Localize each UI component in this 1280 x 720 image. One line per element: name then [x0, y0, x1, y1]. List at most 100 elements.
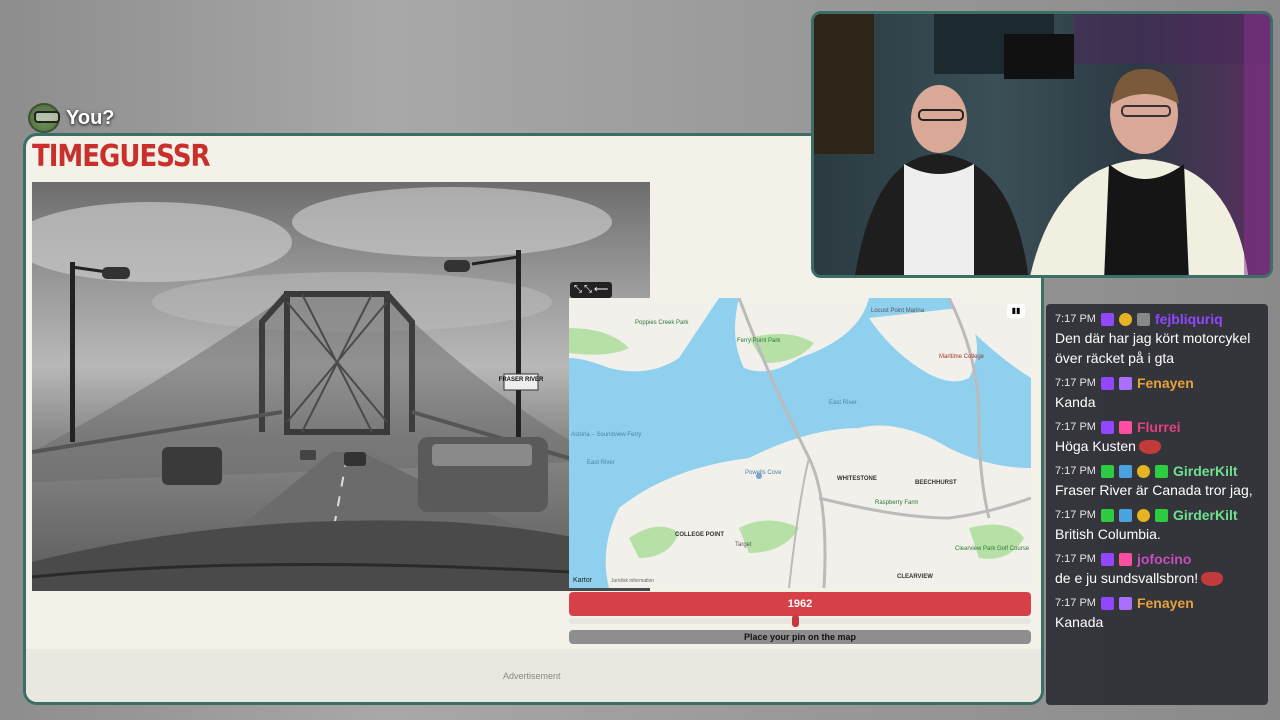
map-credit: Kartor: [573, 577, 593, 584]
pink-badge-icon: [1118, 552, 1132, 566]
chat-text-content: Höga Kusten: [1055, 438, 1136, 454]
gold-badge-icon: [1136, 508, 1150, 522]
chat-text-content: Kanda: [1055, 394, 1096, 410]
chat-username[interactable]: Flurrei: [1137, 419, 1181, 435]
frog-avatar-icon: [28, 103, 60, 133]
advertisement-label: Advertisement: [503, 671, 561, 681]
chat-text: British Columbia.: [1055, 524, 1259, 544]
chat-message: 7:17 PM fejbliquriq Den där har jag kört m…: [1055, 310, 1259, 368]
chat-username[interactable]: GirderKilt: [1173, 463, 1238, 479]
chat-message: 7:17 PM Fenayen Kanda: [1055, 374, 1259, 412]
expand-icon[interactable]: ⤡: [574, 284, 582, 296]
map-label-clearview-park: Clearview Park Golf Course: [955, 546, 1030, 552]
historical-photo: FRASER RIVER: [32, 182, 650, 591]
map-label-college-point: COLLEGE POINT: [675, 532, 725, 538]
map-label-target: Target: [735, 542, 752, 548]
chat-message-header: 7:17 PM Fenayen: [1055, 374, 1259, 392]
map-layers-button[interactable]: ▮▮: [1007, 304, 1025, 318]
green-badge-icon: [1154, 464, 1168, 478]
chat-timestamp: 7:17 PM: [1055, 553, 1096, 565]
chat-username[interactable]: fejbliquriq: [1155, 311, 1223, 327]
chat-text-content: Kanada: [1055, 614, 1104, 630]
chat-username[interactable]: jofocino: [1137, 551, 1191, 567]
map-label-maritime-college: Maritime College: [939, 354, 985, 360]
year-display: 1962: [569, 592, 1031, 616]
map-label-powells-cove: Powells Cove: [745, 470, 782, 476]
player-label: You?: [66, 106, 115, 129]
chat-message-header: 7:17 PM fejbliquriq: [1055, 310, 1259, 328]
year-slider-thumb[interactable]: [792, 615, 799, 627]
chat-timestamp: 7:17 PM: [1055, 465, 1096, 477]
chat-timestamp: 7:17 PM: [1055, 597, 1096, 609]
chat-message-header: 7:17 PM GirderKilt: [1055, 462, 1259, 480]
chat-message-header: 7:17 PM Fenayen: [1055, 594, 1259, 612]
pink-badge-icon: [1118, 420, 1132, 434]
chat-message: 7:17 PM jofocino de e ju sundsvallsbron!: [1055, 550, 1259, 588]
lips-emote-icon: [1201, 572, 1224, 587]
map-label-beechhurst: BEECHHURST: [915, 480, 957, 486]
bridge-sign: FRASER RIVER: [499, 377, 544, 383]
player-tag: You?: [28, 103, 115, 133]
chat-text: Den där har jag kört motorcykel över räc…: [1055, 328, 1259, 368]
map-toolbar: ⤡ ⤡ ⟵: [570, 282, 613, 298]
chat-panel: 7:17 PM fejbliquriq Den där har jag kört m…: [1046, 304, 1268, 705]
chat-message: 7:17 PM Fenayen Kanada: [1055, 594, 1259, 632]
chat-text: Höga Kusten: [1055, 436, 1259, 456]
guess-map[interactable]: Poppies Creek Park Ferry Point Park Locu…: [569, 298, 1031, 588]
blue-badge-icon: [1118, 464, 1132, 478]
chat-username[interactable]: Fenayen: [1137, 375, 1194, 391]
chat-text: Fraser River är Canada tror jag,: [1055, 480, 1259, 500]
game-logo[interactable]: TIMEGUESSR: [32, 140, 211, 175]
twitch-badge-icon: [1100, 376, 1114, 390]
twitch-badge-icon: [1100, 596, 1114, 610]
chat-message: 7:17 PM Flurrei Höga Kusten: [1055, 418, 1259, 456]
place-pin-button[interactable]: Place your pin on the map: [569, 630, 1031, 644]
chat-timestamp: 7:17 PM: [1055, 421, 1096, 433]
sub-badge-icon: [1118, 596, 1132, 610]
chat-text: Kanda: [1055, 392, 1259, 412]
chat-message: 7:17 PM GirderKilt British Columbia.: [1055, 506, 1259, 544]
shrink-icon[interactable]: ⤡: [584, 284, 592, 296]
chat-text-content: de e ju sundsvallsbron!: [1055, 570, 1199, 586]
map-label-poppies-creek: Poppies Creek Park: [635, 320, 689, 326]
map-label-ferry: Astoria – Soundview Ferry: [571, 432, 642, 438]
sub-badge-icon: [1118, 376, 1132, 390]
map-label-east-river-2: East River: [587, 460, 615, 466]
green-badge-icon: [1100, 508, 1114, 522]
green-badge-icon: [1154, 508, 1168, 522]
twitch-badge-icon: [1100, 552, 1114, 566]
chat-text-content: British Columbia.: [1055, 526, 1161, 542]
map-label-ferry-point: Ferry Point Park: [737, 338, 781, 344]
chat-message-header: 7:17 PM GirderKilt: [1055, 506, 1259, 524]
chat-text: Kanada: [1055, 612, 1259, 632]
blue-badge-icon: [1118, 508, 1132, 522]
chat-text-content: Den där har jag kört motorcykel över räc…: [1055, 330, 1251, 366]
twitch-badge-icon: [1100, 420, 1114, 434]
green-badge-icon: [1100, 464, 1114, 478]
gold-badge-icon: [1136, 464, 1150, 478]
map-label-clearview: CLEARVIEW: [897, 574, 933, 580]
back-arrow-icon[interactable]: ⟵: [594, 284, 608, 296]
map-label-east-river: East River: [829, 400, 857, 406]
chat-timestamp: 7:17 PM: [1055, 313, 1096, 325]
map-label-whitestone: WHITESTONE: [837, 476, 877, 482]
lips-emote-icon: [1138, 440, 1161, 455]
advertisement-strip: Advertisement: [26, 649, 1041, 702]
chat-timestamp: 7:17 PM: [1055, 509, 1096, 521]
map-label-raspberry-farm: Raspberry Farm: [875, 500, 919, 506]
chat-message: 7:17 PM GirderKilt Fraser River är Canada …: [1055, 462, 1259, 500]
chat-message-header: 7:17 PM Flurrei: [1055, 418, 1259, 436]
chat-username[interactable]: Fenayen: [1137, 595, 1194, 611]
chat-text: de e ju sundsvallsbron!: [1055, 568, 1259, 588]
chat-timestamp: 7:17 PM: [1055, 377, 1096, 389]
gold-badge-icon: [1118, 312, 1132, 326]
map-label-locust-point: Locust Point Marina: [871, 308, 925, 314]
map-legal-link[interactable]: Juridisk information: [611, 578, 654, 584]
webcam-feed: [811, 11, 1273, 278]
twitch-badge-icon: [1100, 312, 1114, 326]
chat-text-content: Fraser River är Canada tror jag,: [1055, 482, 1253, 498]
chat-username[interactable]: GirderKilt: [1173, 507, 1238, 523]
chat-message-header: 7:17 PM jofocino: [1055, 550, 1259, 568]
year-slider-track[interactable]: [569, 618, 1031, 624]
gray-badge-icon: [1136, 312, 1150, 326]
